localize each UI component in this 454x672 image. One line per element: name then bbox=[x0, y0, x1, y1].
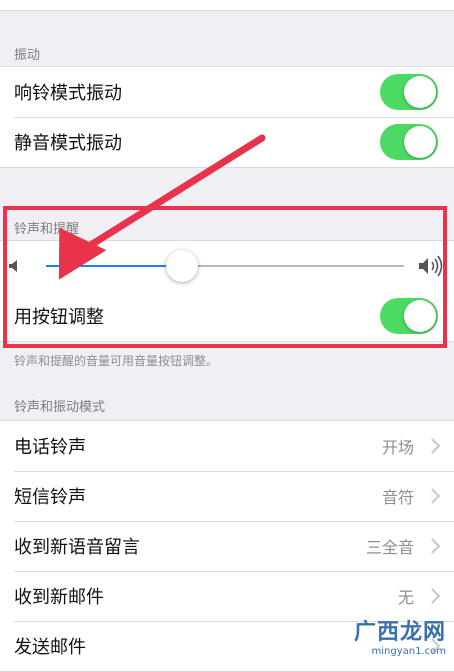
sent-mail-label: 发送邮件 bbox=[14, 637, 86, 658]
new-voicemail-label: 收到新语音留言 bbox=[14, 537, 140, 558]
silent-vibrate-label: 静音模式振动 bbox=[14, 133, 122, 154]
ring-vibrate-row[interactable]: 响铃模式振动 bbox=[0, 67, 454, 117]
chevron-right-icon bbox=[424, 438, 441, 454]
watermark-url: mingyan1.com bbox=[371, 646, 447, 657]
ringtone-row[interactable]: 电话铃声 开场 bbox=[0, 421, 454, 471]
new-mail-label: 收到新邮件 bbox=[14, 587, 104, 608]
ring-vibrate-toggle[interactable] bbox=[380, 74, 438, 110]
section-header-sounds: 铃声和振动模式 bbox=[14, 400, 106, 415]
section-header-vibrate: 振动 bbox=[14, 48, 41, 63]
toggle-knob bbox=[404, 126, 436, 158]
chevron-right-icon bbox=[424, 588, 441, 604]
ring-vibrate-label: 响铃模式振动 bbox=[14, 83, 122, 104]
chevron-right-icon bbox=[424, 538, 441, 554]
silent-vibrate-row[interactable]: 静音模式振动 bbox=[0, 117, 454, 167]
chevron-right-icon bbox=[424, 488, 441, 504]
ringer-footer-note: 铃声和提醒的音量可用音量按钮调整。 bbox=[14, 354, 219, 368]
vibrate-group: 响铃模式振动 静音模式振动 bbox=[0, 66, 454, 168]
ringtone-value: 开场 bbox=[381, 438, 414, 457]
top-strip bbox=[0, 0, 454, 11]
watermark: 广西龙网 mingyan1.com bbox=[354, 614, 446, 657]
text-tone-value: 音符 bbox=[381, 488, 414, 507]
watermark-text: 广西龙网 bbox=[353, 620, 446, 645]
annotation-highlight-box bbox=[3, 206, 447, 348]
text-tone-label: 短信铃声 bbox=[14, 487, 86, 508]
new-voicemail-row[interactable]: 收到新语音留言 三全音 bbox=[0, 521, 454, 571]
silent-vibrate-toggle[interactable] bbox=[380, 124, 438, 160]
text-tone-row[interactable]: 短信铃声 音符 bbox=[0, 471, 454, 521]
new-mail-value: 无 bbox=[397, 588, 414, 607]
new-voicemail-value: 三全音 bbox=[365, 538, 414, 557]
ringtone-label: 电话铃声 bbox=[14, 437, 86, 458]
toggle-knob bbox=[404, 76, 436, 108]
